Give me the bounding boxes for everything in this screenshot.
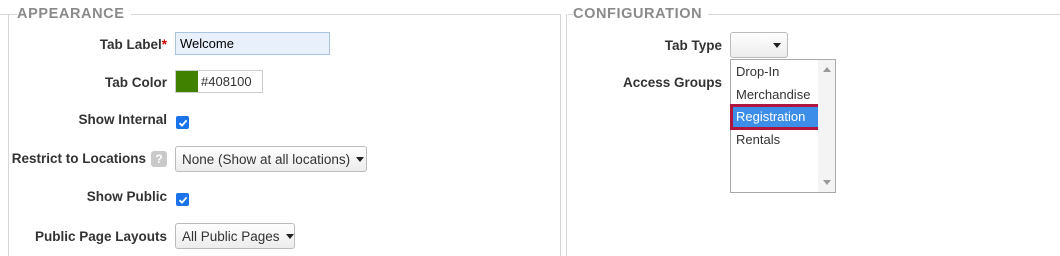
- appearance-right-border: [560, 14, 561, 256]
- check-icon: [178, 119, 187, 127]
- public-page-layouts-value: All Public Pages: [182, 228, 280, 244]
- show-public-checkbox[interactable]: [176, 193, 189, 206]
- caret-down-icon: [773, 42, 781, 48]
- tab-label-label: Tab Label*: [100, 36, 167, 54]
- list-item[interactable]: Drop-In: [732, 61, 819, 83]
- appearance-left-border: [8, 14, 9, 256]
- show-public-label: Show Public: [86, 189, 167, 204]
- tab-label-text: Tab Label: [99, 37, 162, 52]
- public-page-layouts-label: Public Page Layouts: [34, 229, 167, 244]
- list-item[interactable]: Merchandise: [732, 84, 819, 106]
- restrict-locations-value: None (Show at all locations): [182, 151, 351, 167]
- tab-label-input[interactable]: [175, 32, 330, 55]
- caret-down-icon: [356, 156, 365, 162]
- color-swatch[interactable]: [176, 71, 198, 92]
- appearance-section-title: APPEARANCE: [17, 5, 131, 23]
- restrict-locations-select[interactable]: None (Show at all locations): [175, 146, 367, 172]
- access-groups-label: Access Groups: [622, 75, 722, 90]
- required-mark: *: [161, 37, 167, 52]
- configuration-section-title: CONFIGURATION: [573, 5, 709, 23]
- scroll-down-icon[interactable]: [823, 180, 831, 185]
- tab-color-picker[interactable]: #408100: [175, 70, 263, 93]
- tab-type-select[interactable]: [730, 32, 788, 58]
- help-icon[interactable]: ?: [151, 151, 167, 168]
- tab-color-value: #408100: [201, 74, 252, 89]
- show-internal-label: Show Internal: [78, 112, 167, 127]
- list-item[interactable]: Rentals: [732, 129, 819, 151]
- check-icon: [178, 196, 187, 204]
- tab-color-label: Tab Color: [105, 75, 167, 90]
- show-internal-checkbox[interactable]: [176, 116, 189, 129]
- list-item-selected[interactable]: Registration: [730, 104, 821, 130]
- restrict-locations-text: Restrict to Locations: [11, 151, 146, 166]
- scroll-up-icon[interactable]: [823, 67, 831, 72]
- configuration-left-border: [566, 14, 567, 256]
- access-groups-listbox[interactable]: Drop-In Merchandise Registration Rentals: [730, 59, 836, 193]
- listbox-scrollbar[interactable]: [818, 60, 835, 192]
- restrict-locations-label: Restrict to Locations?: [12, 150, 167, 168]
- caret-down-icon: [285, 233, 294, 239]
- tab-type-label: Tab Type: [664, 38, 722, 53]
- public-page-layouts-select[interactable]: All Public Pages: [175, 223, 295, 249]
